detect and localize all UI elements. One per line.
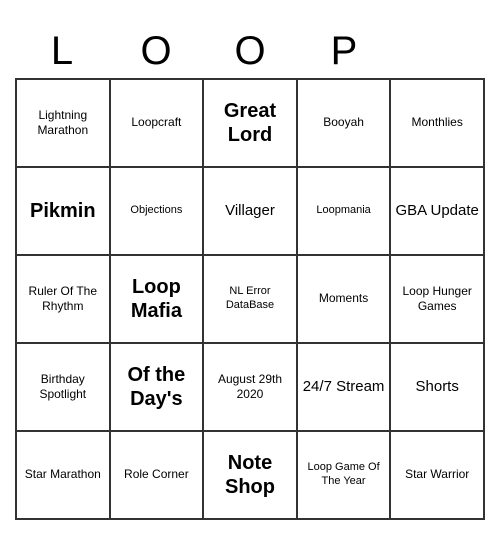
- cell-text-1-2: Villager: [208, 202, 292, 220]
- header-letter-p: P: [297, 25, 391, 78]
- cell-text-3-1: Of the Day's: [115, 363, 199, 411]
- cell-1-1: Objections: [110, 167, 204, 255]
- cell-0-2: Great Lord: [203, 79, 297, 167]
- header-letter-l: L: [15, 25, 109, 78]
- cell-3-2: August 29th 2020: [203, 343, 297, 431]
- cell-4-1: Role Corner: [110, 431, 204, 519]
- cell-text-0-4: Monthlies: [395, 115, 479, 129]
- cell-text-1-3: Loopmania: [302, 204, 386, 217]
- cell-2-0: Ruler Of The Rhythm: [16, 255, 110, 343]
- cell-4-0: Star Marathon: [16, 431, 110, 519]
- cell-text-2-3: Moments: [302, 291, 386, 305]
- cell-0-0: Lightning Marathon: [16, 79, 110, 167]
- cell-text-1-4: GBA Update: [395, 202, 479, 220]
- bingo-grid: Lightning Marathon Loopcraft Great Lord Boo…: [15, 78, 485, 520]
- cell-1-4: GBA Update: [390, 167, 484, 255]
- cell-2-1: Loop Mafia: [110, 255, 204, 343]
- header-letter-o2: O: [203, 25, 297, 78]
- cell-1-2: Villager: [203, 167, 297, 255]
- cell-text-2-2: NL Error DataBase: [208, 285, 292, 311]
- cell-text-1-1: Objections: [115, 204, 199, 217]
- header-letter-o1: O: [109, 25, 203, 78]
- cell-0-3: Booyah: [297, 79, 391, 167]
- cell-2-4: Loop Hunger Games: [390, 255, 484, 343]
- cell-text-0-2: Great Lord: [208, 99, 292, 147]
- cell-3-3: 24/7 Stream: [297, 343, 391, 431]
- cell-text-4-3: Loop Game Of The Year: [302, 461, 386, 487]
- cell-2-2: NL Error DataBase: [203, 255, 297, 343]
- cell-2-3: Moments: [297, 255, 391, 343]
- cell-3-1: Of the Day's: [110, 343, 204, 431]
- cell-3-0: Birthday Spotlight: [16, 343, 110, 431]
- cell-text-0-0: Lightning Marathon: [21, 108, 105, 137]
- cell-text-4-4: Star Warrior: [395, 467, 479, 481]
- cell-4-4: Star Warrior: [390, 431, 484, 519]
- cell-0-1: Loopcraft: [110, 79, 204, 167]
- cell-text-3-2: August 29th 2020: [208, 372, 292, 401]
- cell-4-3: Loop Game Of The Year: [297, 431, 391, 519]
- cell-text-2-0: Ruler Of The Rhythm: [21, 284, 105, 313]
- bingo-header: L O O P: [15, 25, 485, 78]
- cell-0-4: Monthlies: [390, 79, 484, 167]
- cell-text-2-1: Loop Mafia: [115, 275, 199, 323]
- cell-4-2: Note Shop: [203, 431, 297, 519]
- cell-text-0-3: Booyah: [302, 115, 386, 129]
- cell-text-4-0: Star Marathon: [21, 467, 105, 481]
- cell-text-3-4: Shorts: [395, 378, 479, 396]
- cell-3-4: Shorts: [390, 343, 484, 431]
- cell-text-3-3: 24/7 Stream: [302, 378, 386, 396]
- cell-text-2-4: Loop Hunger Games: [395, 284, 479, 313]
- cell-text-1-0: Pikmin: [21, 199, 105, 223]
- cell-1-0: Pikmin: [16, 167, 110, 255]
- cell-text-0-1: Loopcraft: [115, 115, 199, 129]
- cell-text-3-0: Birthday Spotlight: [21, 372, 105, 401]
- cell-1-3: Loopmania: [297, 167, 391, 255]
- cell-text-4-1: Role Corner: [115, 467, 199, 481]
- header-letter-empty: [391, 25, 485, 78]
- cell-text-4-2: Note Shop: [208, 451, 292, 499]
